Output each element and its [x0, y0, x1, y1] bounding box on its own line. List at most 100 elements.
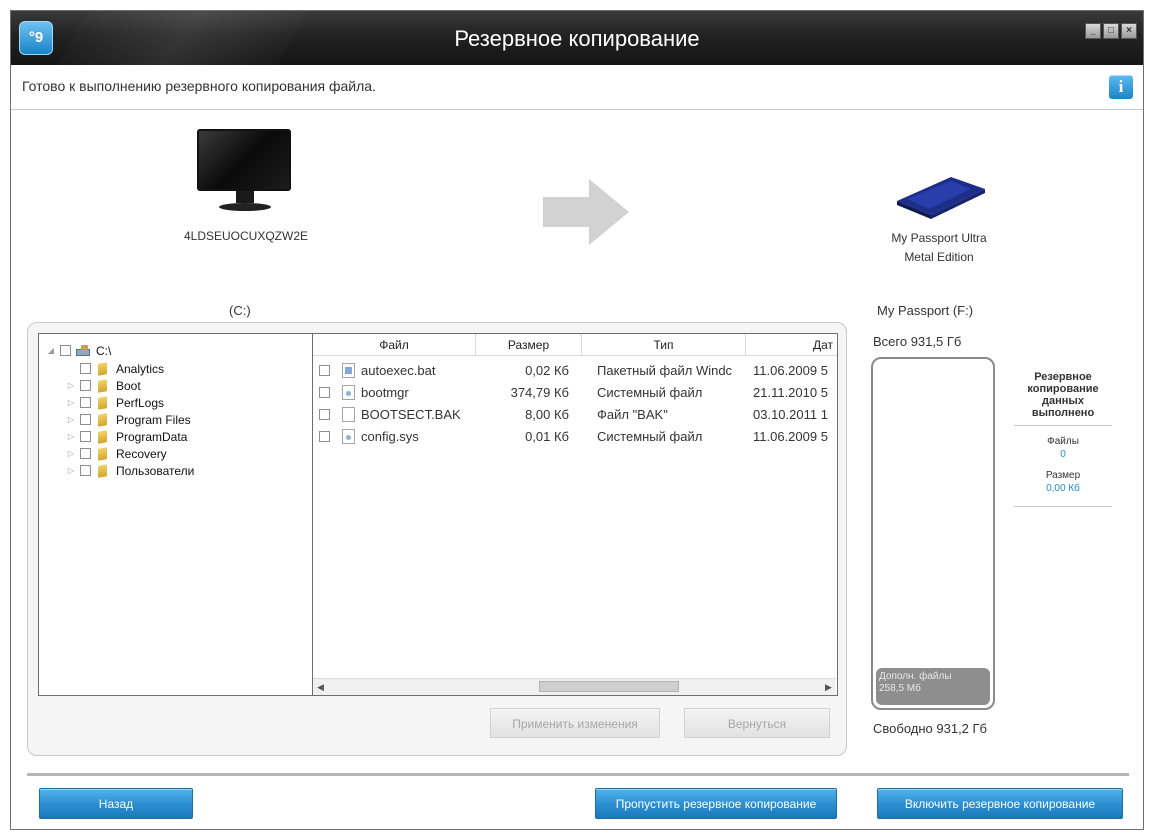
checkbox[interactable]: [319, 409, 330, 420]
column-header-size[interactable]: Размер: [476, 334, 582, 356]
scroll-right-icon[interactable]: ▶: [821, 680, 836, 694]
file-date: 11.06.2009 5: [753, 363, 828, 378]
size-label: Размер: [1045, 470, 1081, 481]
tree-item-program-files[interactable]: ▷ Program Files: [65, 411, 191, 428]
tree-item-users[interactable]: ▷ Пользователи: [65, 462, 194, 479]
scrollbar-thumb[interactable]: [539, 681, 679, 692]
files-label: Файлы: [1047, 436, 1079, 447]
tree-item-label: PerfLogs: [116, 395, 165, 410]
tree-item-recovery[interactable]: ▷ Recovery: [65, 445, 167, 462]
app-window: °9 Резервное копирование _ □ × Готово к …: [10, 10, 1144, 830]
device-name-line2: Metal Edition: [904, 250, 974, 264]
column-header-type[interactable]: Тип: [582, 334, 746, 356]
system-file-icon: [342, 385, 355, 400]
checkbox[interactable]: [319, 431, 330, 442]
horizontal-scrollbar[interactable]: ◀ ▶: [313, 678, 836, 695]
apply-changes-button[interactable]: Применить изменения: [490, 708, 660, 738]
destination-device-name: My Passport Ultra Metal Edition: [851, 229, 1027, 267]
backup-status-title: Резервное копирование данных выполнено: [1014, 371, 1112, 426]
info-icon[interactable]: i: [1109, 75, 1133, 99]
backup-title-line: выполнено: [1031, 407, 1095, 419]
checkbox[interactable]: [80, 431, 91, 442]
file-name: BOOTSECT.BAK: [361, 407, 461, 422]
checkbox[interactable]: [80, 363, 91, 374]
minimize-icon[interactable]: _: [1085, 23, 1101, 39]
arrow-right-icon: [543, 179, 629, 245]
folder-icon: [96, 363, 109, 375]
status-text: Готово к выполнению резервного копирован…: [22, 78, 376, 94]
tree-item-label: Recovery: [116, 446, 167, 461]
tree-item-label: Boot: [116, 378, 141, 393]
size-value: 0,00 Кб: [1046, 483, 1080, 494]
enable-backup-button[interactable]: Включить резервное копирование: [877, 788, 1123, 819]
tree-item-programdata[interactable]: ▷ ProgramData: [65, 428, 187, 445]
file-type: Файл "BAK": [597, 407, 668, 422]
file-date: 11.06.2009 5: [753, 429, 828, 444]
backup-summary: Резервное копирование данных выполнено Ф…: [1014, 371, 1112, 507]
checkbox[interactable]: [80, 380, 91, 391]
title-bar: °9 Резервное копирование _ □ ×: [11, 11, 1143, 91]
checkbox[interactable]: [60, 345, 71, 356]
monitor-neck: [236, 191, 254, 203]
checkbox[interactable]: [80, 448, 91, 459]
collapse-icon[interactable]: ◢: [45, 346, 57, 355]
checkbox[interactable]: [80, 414, 91, 425]
batch-file-icon: [342, 363, 355, 378]
scroll-left-icon[interactable]: ◀: [313, 680, 328, 694]
column-header-date[interactable]: Дат: [746, 334, 837, 356]
back-button[interactable]: Назад: [39, 788, 193, 819]
expand-icon[interactable]: ▷: [65, 466, 77, 475]
file-row[interactable]: config.sys 0,01 Кб Системный файл 11.06.…: [313, 426, 836, 448]
extra-files-label: Дополн. файлы: [879, 671, 952, 682]
tree-item-label: ProgramData: [116, 429, 188, 444]
expand-icon[interactable]: ▷: [65, 432, 77, 441]
checkbox[interactable]: [319, 387, 330, 398]
tree-root[interactable]: ◢ C:\: [45, 342, 111, 359]
backup-title-line: данных: [1042, 395, 1084, 407]
tree-root-label: C:\: [96, 343, 112, 358]
file-name: autoexec.bat: [361, 363, 436, 378]
backup-title-line: копирование: [1027, 383, 1099, 395]
system-file-icon: [342, 429, 355, 444]
tree-item-label: Program Files: [116, 412, 191, 427]
skip-backup-button[interactable]: Пропустить резервное копирование: [595, 788, 837, 819]
tree-item-perflogs[interactable]: ▷ PerfLogs: [65, 394, 164, 411]
footer-divider: [27, 773, 1129, 776]
folder-icon: [96, 397, 109, 409]
file-type: Пакетный файл Windc: [597, 363, 733, 378]
checkbox[interactable]: [80, 397, 91, 408]
file-date: 21.11.2010 5: [753, 385, 828, 400]
computer-name: 4LDSEUOCUXQZW2E: [183, 229, 309, 243]
column-header-file[interactable]: Файл: [313, 334, 476, 356]
expand-icon[interactable]: ▷: [65, 449, 77, 458]
device-name-line1: My Passport Ultra: [891, 231, 987, 245]
file-name: config.sys: [361, 429, 419, 444]
expand-icon[interactable]: ▷: [65, 415, 77, 424]
window-title: Резервное копирование: [454, 26, 700, 51]
revert-button[interactable]: Вернуться: [684, 708, 830, 738]
file-row[interactable]: autoexec.bat 0,02 Кб Пакетный файл Windc…: [313, 360, 836, 382]
folder-icon: [96, 414, 109, 426]
file-selection-panel: ◢ C:\ Analytics ▷ Boot ▷ PerfLogs ▷ Prog…: [27, 322, 847, 756]
tree-item-boot[interactable]: ▷ Boot: [65, 377, 141, 394]
files-value: 0: [1060, 449, 1066, 460]
capacity-bar: Дополн. файлы 258,5 Мб: [871, 357, 995, 710]
tree-item-analytics[interactable]: Analytics: [77, 360, 164, 377]
file-size: 0,02 Кб: [525, 363, 569, 378]
tree-item-label: Analytics: [116, 361, 165, 376]
close-icon[interactable]: ×: [1121, 23, 1137, 39]
folder-icon: [96, 465, 109, 477]
window-controls: _ □ ×: [1085, 23, 1137, 39]
maximize-icon[interactable]: □: [1103, 23, 1119, 39]
expand-icon[interactable]: ▷: [65, 398, 77, 407]
capacity-extra-files: Дополн. файлы 258,5 Мб: [876, 668, 990, 705]
file-size: 374,79 Кб: [510, 385, 569, 400]
capacity-free: Свободно 931,2 Гб: [873, 721, 988, 736]
file-date: 03.10.2011 1: [753, 407, 828, 422]
checkbox[interactable]: [80, 465, 91, 476]
file-row[interactable]: bootmgr 374,79 Кб Системный файл 21.11.2…: [313, 382, 836, 404]
file-size: 8,00 Кб: [525, 407, 569, 422]
checkbox[interactable]: [319, 365, 330, 376]
expand-icon[interactable]: ▷: [65, 381, 77, 390]
file-row[interactable]: BOOTSECT.BAK 8,00 Кб Файл "BAK" 03.10.20…: [313, 404, 836, 426]
